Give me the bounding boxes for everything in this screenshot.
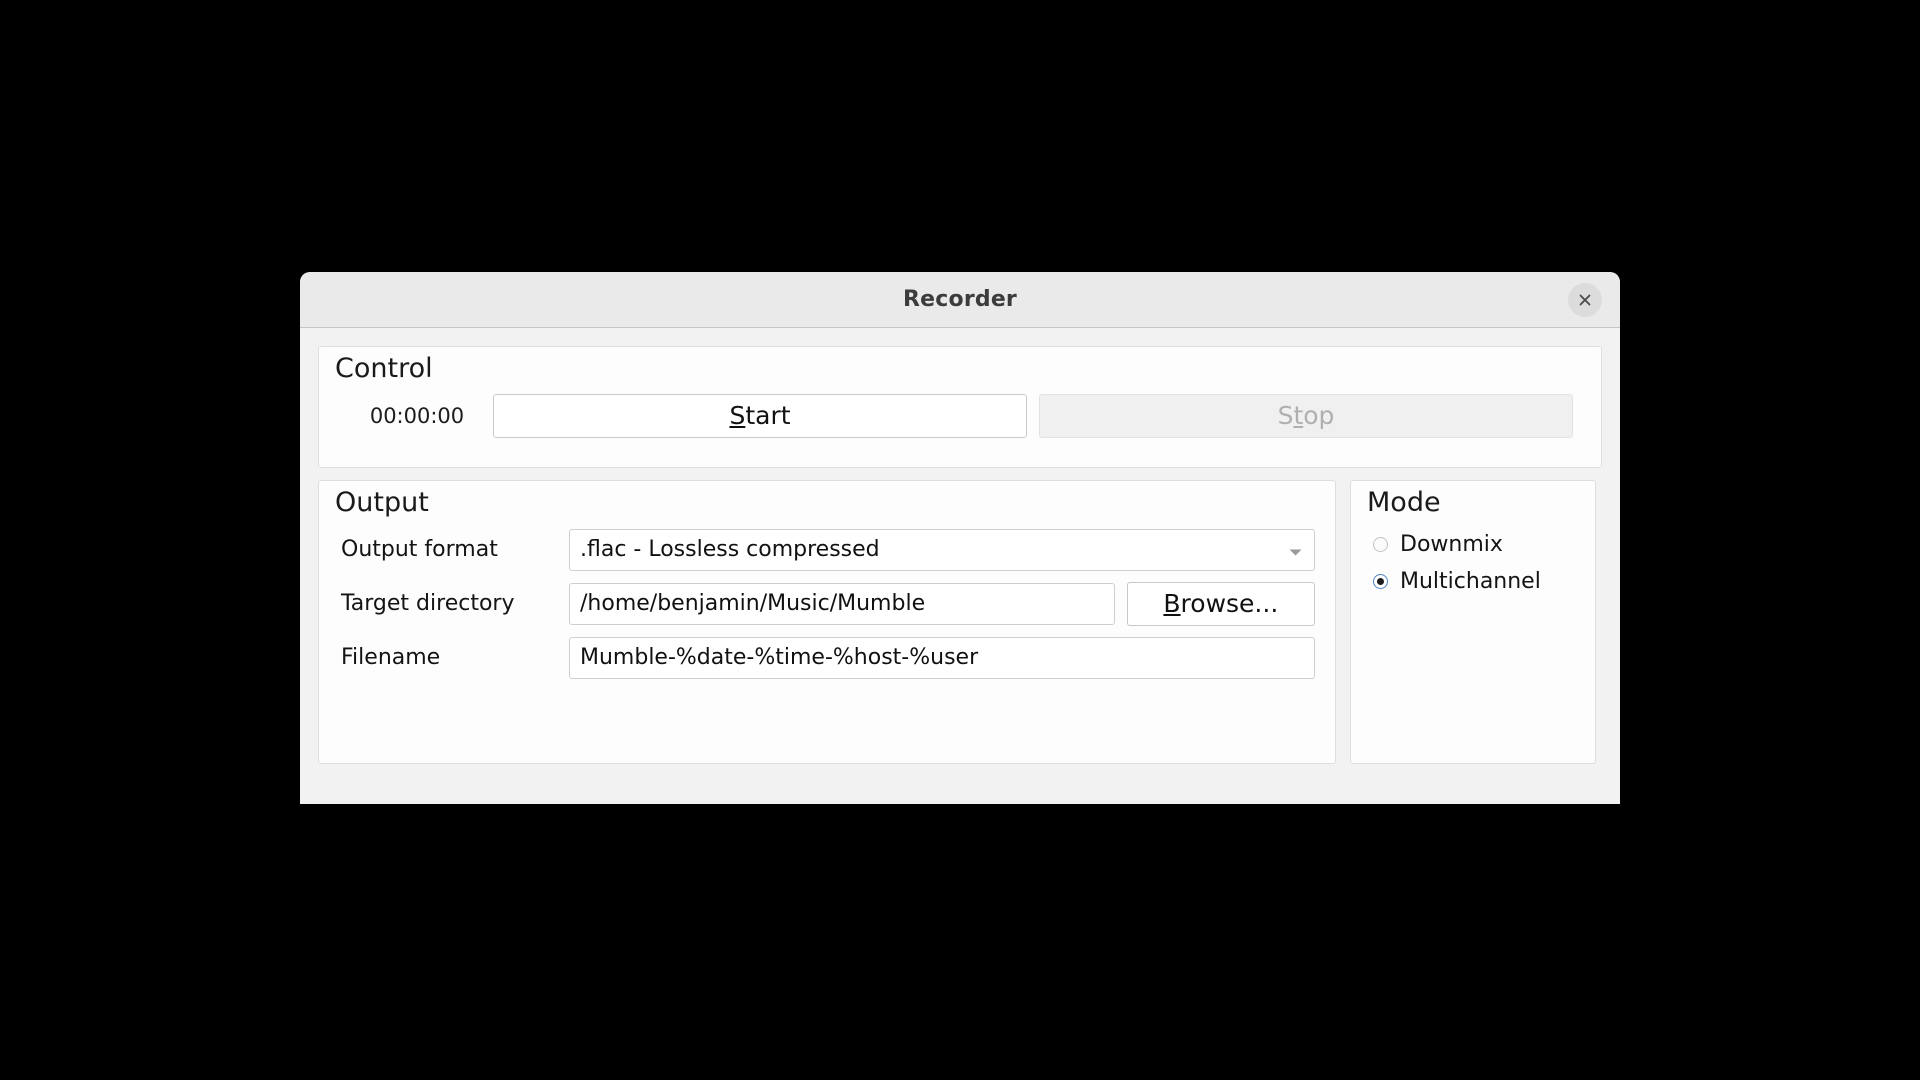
target-directory-input[interactable]: /home/benjamin/Music/Mumble bbox=[569, 582, 1115, 625]
start-button-label: tart bbox=[745, 401, 791, 431]
browse-button-label: rowse... bbox=[1180, 589, 1279, 619]
target-directory-value: /home/benjamin/Music/Mumble bbox=[580, 591, 926, 617]
filename-row: Filename Mumble-%date-%time-%host-%user bbox=[319, 636, 1335, 679]
output-format-label: Output format bbox=[341, 537, 498, 563]
output-format-value: .flac - Lossless compressed bbox=[580, 537, 880, 563]
control-group: Control 00:00:00 Start St op bbox=[318, 346, 1602, 468]
lower-row: Output Output format .flac - Lossless co… bbox=[318, 480, 1602, 764]
output-group: Output Output format .flac - Lossless co… bbox=[318, 480, 1336, 764]
stop-button-mnemonic: t bbox=[1293, 401, 1304, 431]
filename-value: Mumble-%date-%time-%host-%user bbox=[580, 645, 979, 671]
output-format-select[interactable]: .flac - Lossless compressed bbox=[569, 528, 1315, 571]
recording-timer: 00:00:00 bbox=[369, 403, 465, 428]
close-icon[interactable] bbox=[1568, 283, 1602, 317]
radio-label-multichannel: Multichannel bbox=[1400, 568, 1541, 594]
dialog-body: Control 00:00:00 Start St op Output Outpu… bbox=[300, 328, 1620, 804]
radio-icon-downmix bbox=[1373, 536, 1388, 552]
dialog-titlebar: Recorder bbox=[300, 272, 1620, 328]
stop-button: St op bbox=[1039, 393, 1573, 438]
output-group-title: Output bbox=[335, 487, 429, 518]
target-directory-label: Target directory bbox=[341, 591, 515, 617]
radio-label-downmix: Downmix bbox=[1400, 531, 1503, 557]
mode-group-title: Mode bbox=[1367, 487, 1441, 518]
radio-icon-multichannel bbox=[1373, 573, 1388, 589]
control-group-title: Control bbox=[335, 353, 433, 384]
output-format-row: Output format .flac - Lossless compresse… bbox=[319, 528, 1335, 571]
target-directory-row: Target directory /home/benjamin/Music/Mu… bbox=[319, 581, 1335, 626]
browse-button[interactable]: Browse... bbox=[1126, 581, 1315, 626]
radio-option-downmix[interactable]: Downmix bbox=[1351, 532, 1595, 557]
chevron-down-icon bbox=[1289, 537, 1302, 562]
start-button-mnemonic: S bbox=[729, 401, 746, 431]
radio-option-multichannel[interactable]: Multichannel bbox=[1351, 569, 1595, 594]
stop-button-label: op bbox=[1303, 401, 1335, 431]
browse-button-mnemonic: B bbox=[1163, 589, 1181, 619]
stop-button-prefix: S bbox=[1277, 401, 1294, 431]
filename-input[interactable]: Mumble-%date-%time-%host-%user bbox=[569, 636, 1315, 679]
dialog-title: Recorder bbox=[903, 287, 1017, 312]
mode-group: Mode Downmix Multichannel bbox=[1350, 480, 1596, 764]
start-button[interactable]: Start bbox=[493, 393, 1027, 438]
control-row: 00:00:00 Start St op bbox=[319, 384, 1601, 438]
filename-label: Filename bbox=[341, 645, 441, 671]
recorder-dialog: Recorder Control 00:00:00 Start St op Ou… bbox=[300, 272, 1620, 804]
